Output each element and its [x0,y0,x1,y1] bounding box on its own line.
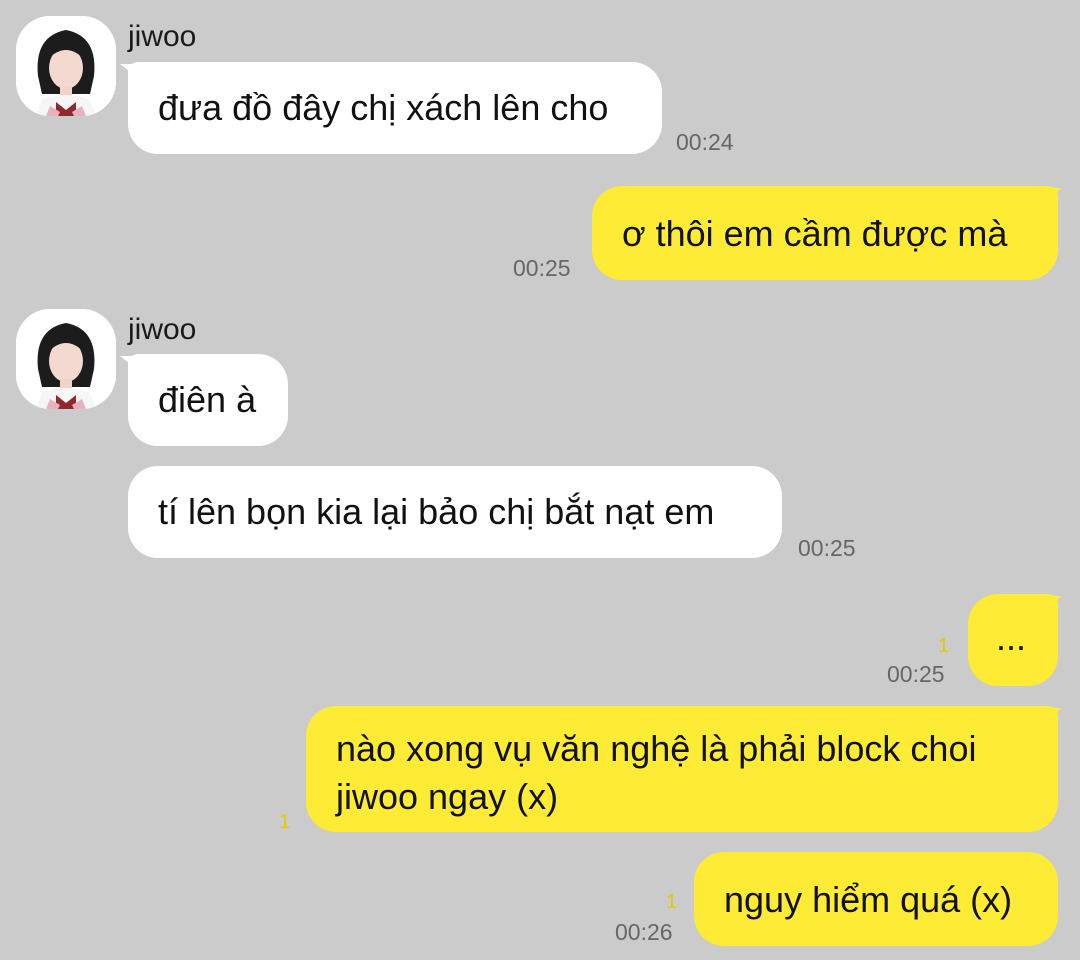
message-time: 00:26 [615,919,673,945]
avatar-icon[interactable] [16,16,116,116]
message-text: ơ thôi em cầm được mà [622,213,1008,254]
sender-name: jiwoo [128,20,197,53]
message-time: 00:25 [887,661,945,687]
message-bubble[interactable]: tí lên bọn kia lại bảo chị bắt nạt em [128,466,782,558]
message-time: 00:25 [513,255,571,281]
message-time: 00:24 [676,129,734,155]
message-text-line: jiwoo ngay (x) [336,776,559,817]
message-text-line: nào xong vụ văn nghệ là phải block choi [336,728,977,769]
unread-count: 1 [938,635,950,657]
sender-name: jiwoo [128,313,197,346]
message-bubble[interactable]: ... [968,594,1058,686]
message-bubble[interactable]: ơ thôi em cầm được mà [592,186,1058,280]
message-text: tí lên bọn kia lại bảo chị bắt nạt em [158,491,715,532]
avatar-icon[interactable] [16,309,116,409]
unread-count: 1 [666,891,678,913]
unread-count: 1 [279,811,291,833]
message-text: nguy hiểm quá (x) [724,879,1013,920]
message-bubble[interactable]: điên à [128,354,288,446]
message-bubble[interactable]: đưa đồ đây chị xách lên cho [128,62,662,154]
message-text: điên à [158,379,257,420]
message-bubble[interactable]: nguy hiểm quá (x) [694,852,1058,946]
message-text: đưa đồ đây chị xách lên cho [158,87,609,128]
message-time: 00:25 [798,535,856,561]
message-bubble[interactable]: nào xong vụ văn nghệ là phải block choi … [306,706,1058,832]
message-text: ... [996,617,1027,658]
